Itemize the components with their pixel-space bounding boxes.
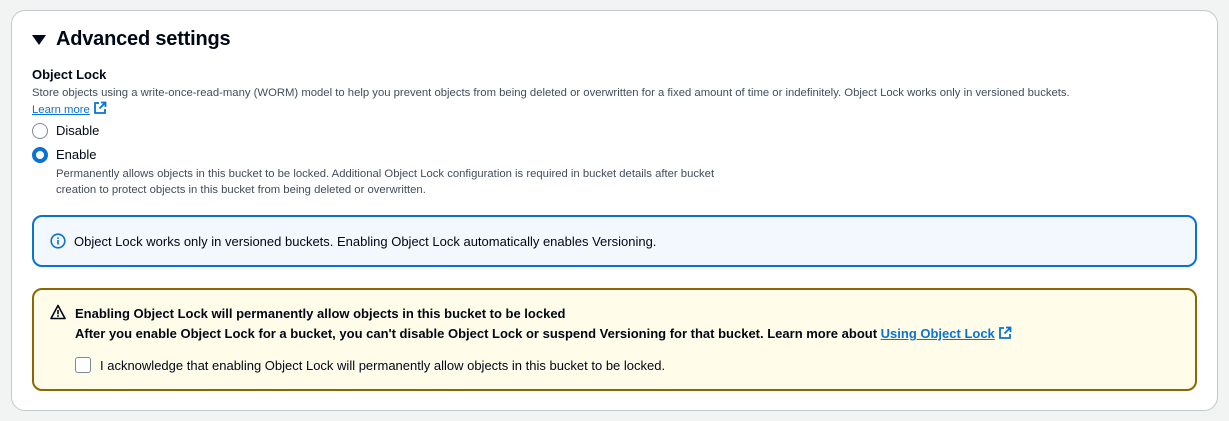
object-lock-description: Store objects using a write-once-read-ma… — [32, 85, 1202, 118]
warning-title: Enabling Object Lock will permanently al… — [75, 306, 566, 321]
object-lock-description-text: Store objects using a write-once-read-ma… — [32, 87, 1070, 99]
radio-enable[interactable]: Enable Permanently allows objects in thi… — [32, 146, 816, 198]
radio-enable-button[interactable] — [32, 147, 48, 163]
warning-icon — [50, 304, 66, 320]
section-title: Advanced settings — [56, 28, 231, 50]
radio-enable-description: Permanently allows objects in this bucke… — [56, 166, 816, 198]
info-alert: Object Lock works only in versioned buck… — [32, 215, 1197, 267]
acknowledge-row[interactable]: I acknowledge that enabling Object Lock … — [75, 357, 665, 373]
using-object-lock-link[interactable]: Using Object Lock — [881, 326, 995, 341]
object-lock-label: Object Lock — [32, 67, 107, 82]
using-object-lock-label: Using Object Lock — [880, 326, 995, 341]
radio-disable-label: Disable — [56, 123, 100, 138]
warning-body-text: After you enable Object Lock for a bucke… — [75, 326, 878, 341]
warning-alert: Enabling Object Lock will permanently al… — [32, 288, 1197, 391]
external-link-icon[interactable] — [93, 101, 107, 115]
info-alert-text: Object Lock works only in versioned buck… — [74, 233, 657, 249]
advanced-settings-toggle[interactable]: Advanced settings — [32, 28, 231, 51]
radio-enable-description-line1: Permanently allows objects in this bucke… — [56, 168, 715, 180]
learn-more-label: Learn more — [32, 104, 90, 116]
warning-body: After you enable Object Lock for a bucke… — [75, 326, 1012, 341]
radio-disable-button[interactable] — [32, 123, 48, 139]
radio-enable-description-line2: creation to protect objects in this buck… — [56, 184, 426, 196]
acknowledge-label: I acknowledge that enabling Object Lock … — [100, 357, 666, 373]
radio-disable[interactable]: Disable — [32, 122, 99, 140]
external-link-icon[interactable] — [998, 326, 1012, 340]
learn-more-link[interactable]: Learn more — [32, 104, 90, 116]
info-icon — [50, 233, 66, 249]
advanced-settings-panel: Advanced settings Object Lock Store obje… — [11, 10, 1218, 411]
radio-enable-label: Enable — [56, 147, 97, 162]
acknowledge-checkbox[interactable] — [75, 357, 91, 373]
caret-down-icon — [32, 35, 46, 45]
